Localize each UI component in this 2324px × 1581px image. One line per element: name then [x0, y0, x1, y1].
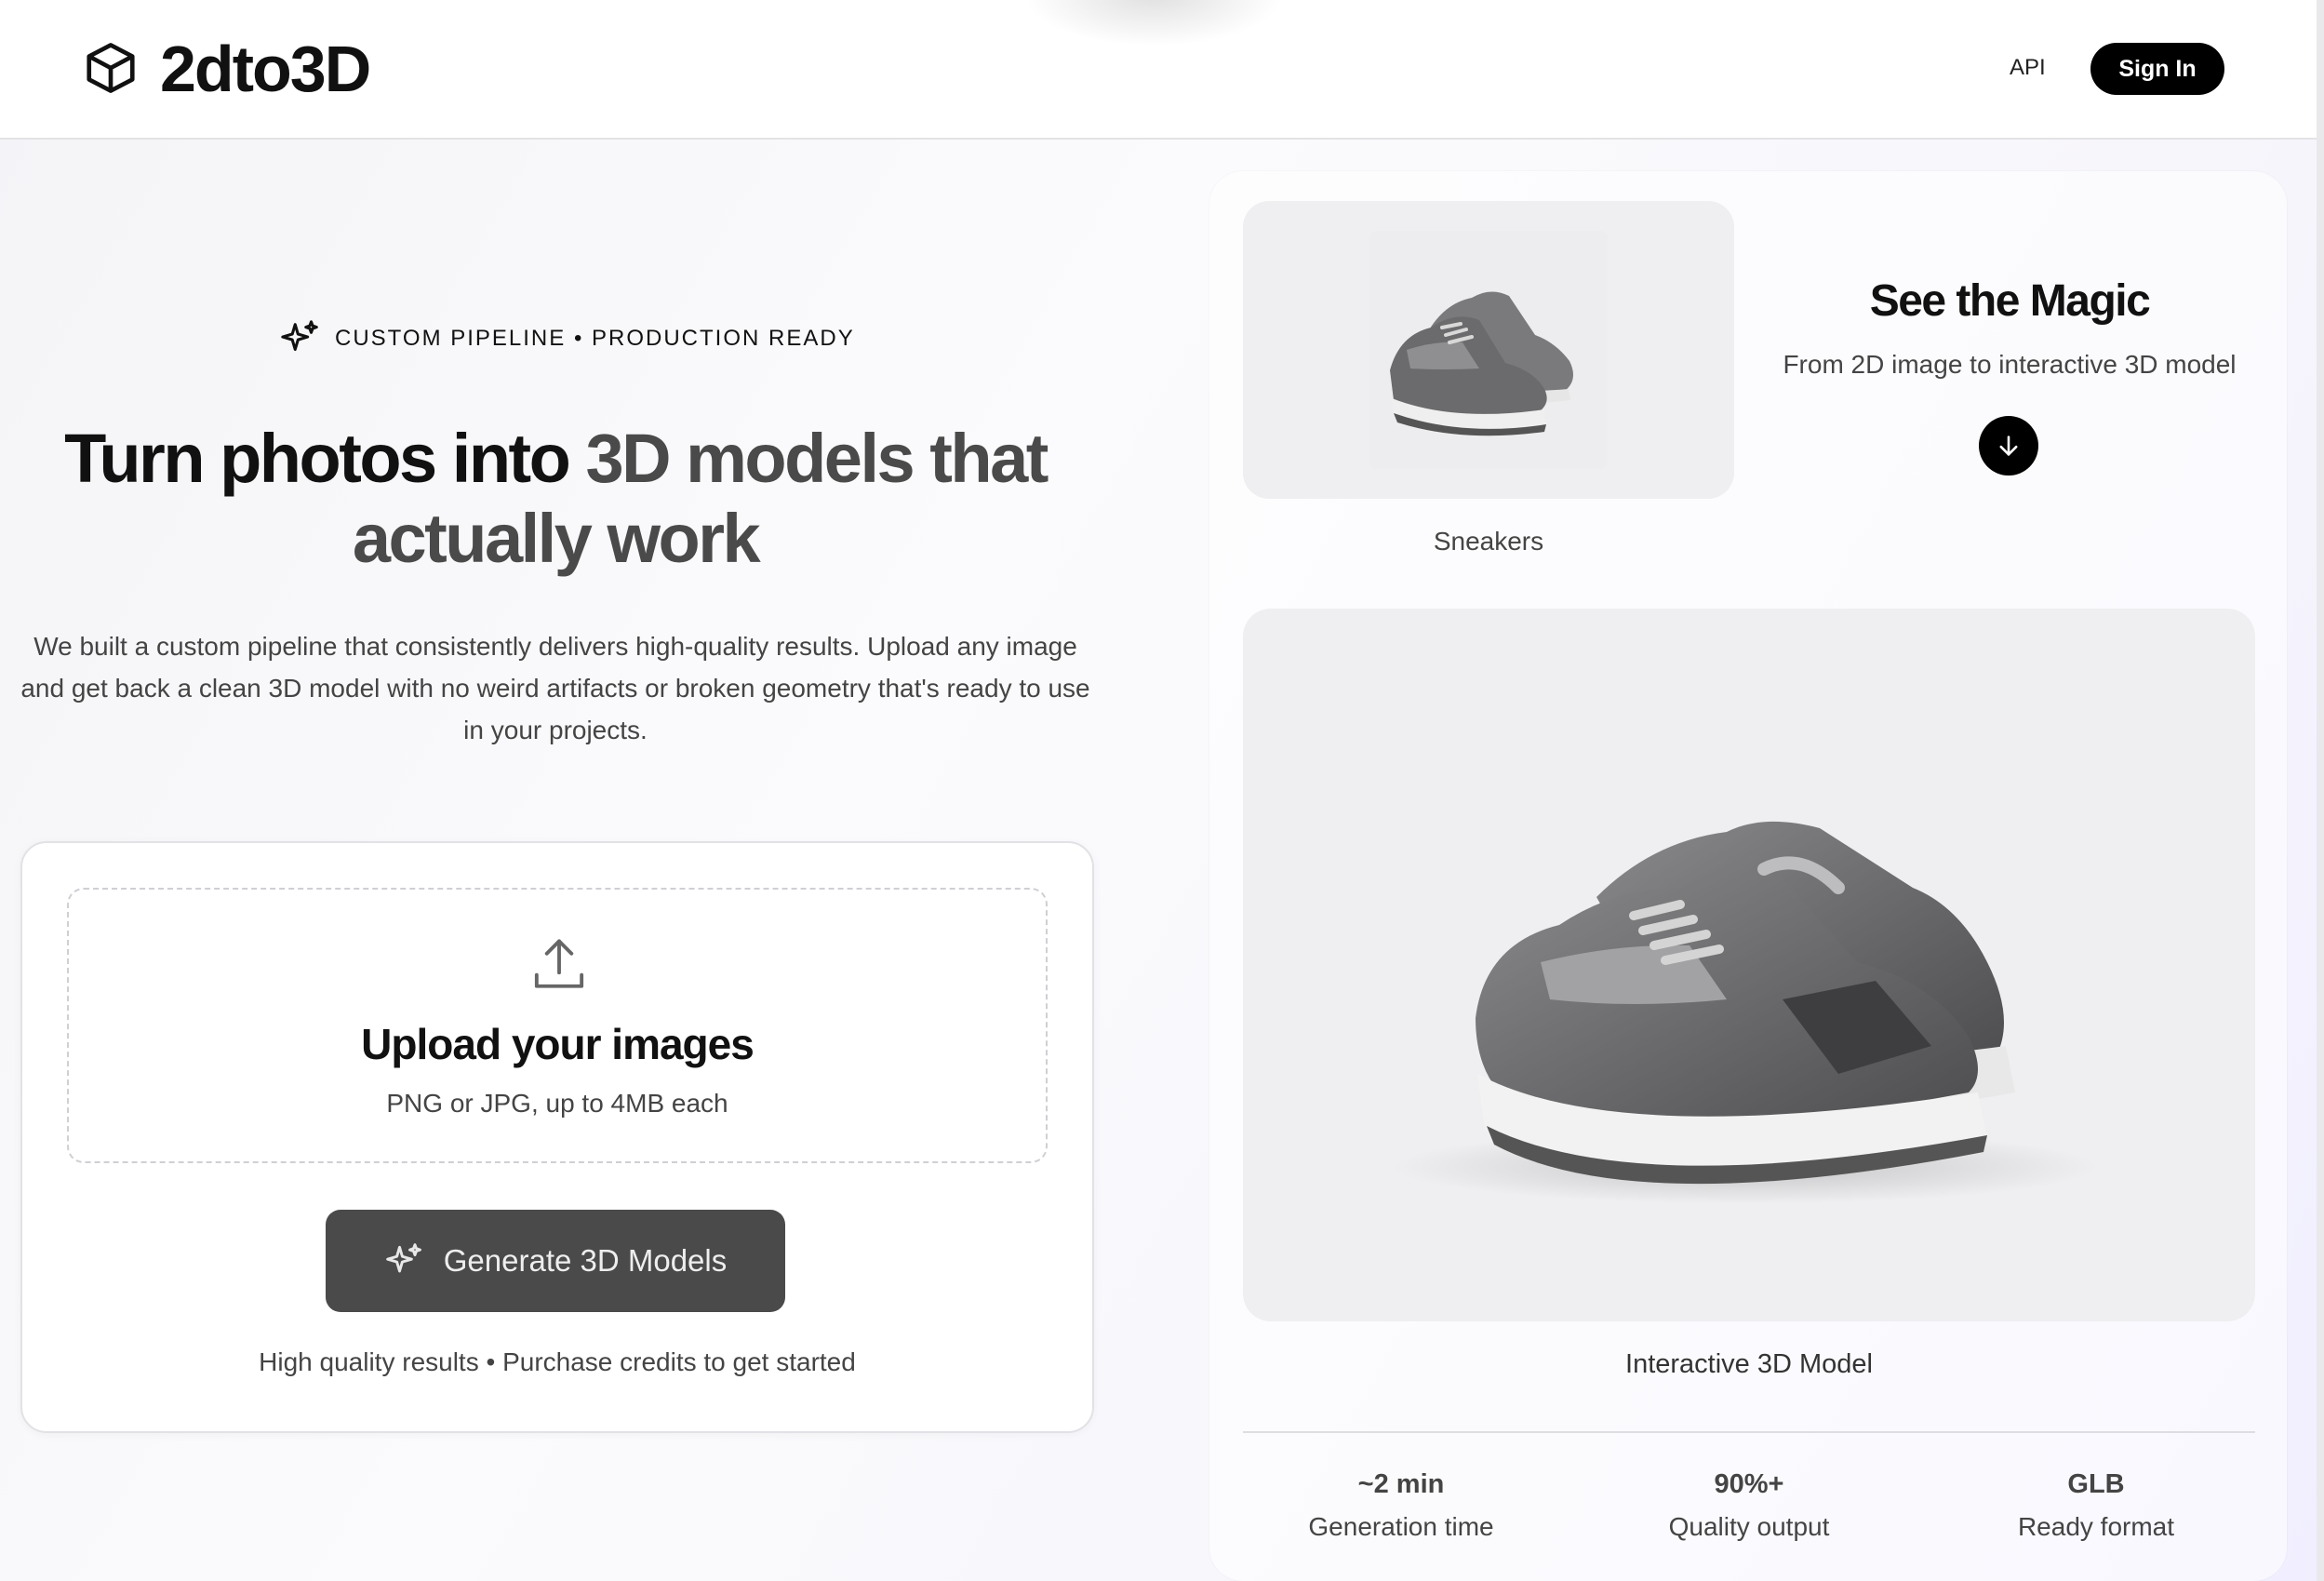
generate-3d-models-button[interactable]: Generate 3D Models — [326, 1210, 785, 1312]
headline-primary: Turn photos into — [64, 420, 586, 497]
sign-in-button[interactable]: Sign In — [2090, 43, 2224, 95]
brand-logo-text[interactable]: 2dto3D — [160, 32, 371, 106]
generate-note: High quality results • Purchase credits … — [259, 1347, 856, 1376]
interactive-3d-model-viewer[interactable] — [1243, 609, 2255, 1321]
top-nav-bar: 2dto3D API Sign In — [0, 0, 2317, 140]
upload-title: Upload your images — [361, 1020, 755, 1068]
cube-icon — [87, 43, 135, 93]
3d-sneaker-render — [1392, 821, 2099, 1204]
tagline-text: CUSTOM PIPELINE • PRODUCTION READY — [335, 326, 855, 351]
stat-value: ~2 min — [1357, 1469, 1445, 1499]
magic-title: See the Magic — [1869, 276, 2151, 326]
sparkles-icon — [385, 1243, 421, 1273]
hero-tagline: CUSTOM PIPELINE • PRODUCTION READY — [279, 316, 855, 361]
stat-label: Ready format — [2017, 1512, 2175, 1541]
scroll-down-button[interactable] — [1979, 416, 2038, 476]
model-caption: Interactive 3D Model — [1625, 1349, 1873, 1379]
image-dropzone[interactable]: Upload your images PNG or JPG, up to 4MB… — [67, 888, 1048, 1163]
header-shadow-decoration — [1023, 0, 1284, 47]
sparkles-icon — [281, 320, 318, 352]
source-caption: Sneakers — [1433, 527, 1544, 556]
stat-label: Generation time — [1308, 1512, 1494, 1541]
hero-headline: Turn photos into 3D models that actually… — [28, 419, 1083, 579]
stats-divider — [1243, 1431, 2255, 1433]
upload-format-hint: PNG or JPG, up to 4MB each — [386, 1089, 728, 1118]
hero-description: We built a custom pipeline that consiste… — [20, 632, 1090, 744]
stat-ready-format: GLB Ready format — [1957, 1465, 2236, 1547]
stat-quality-output: 90%+ Quality output — [1609, 1465, 1889, 1547]
upload-card: Upload your images PNG or JPG, up to 4MB… — [20, 841, 1094, 1433]
stat-generation-time: ~2 min Generation time — [1262, 1465, 1541, 1547]
api-link[interactable]: API — [2010, 54, 2046, 82]
generate-button-label: Generate 3D Models — [443, 1243, 728, 1278]
stat-label: Quality output — [1668, 1512, 1830, 1541]
arrow-down-icon — [1999, 435, 2018, 456]
upload-icon — [534, 939, 584, 988]
page-scrollbar[interactable] — [2317, 0, 2324, 1581]
sneakers-photo — [1369, 231, 1608, 469]
stat-value: 90%+ — [1714, 1469, 1784, 1499]
magic-subtitle: From 2D image to interactive 3D model — [1783, 350, 2237, 379]
stat-value: GLB — [2067, 1469, 2125, 1499]
